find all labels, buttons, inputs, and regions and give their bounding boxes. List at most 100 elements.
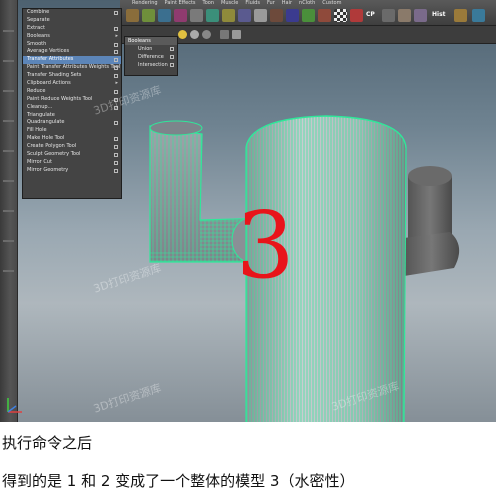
booleans-submenu: Booleans Union Difference Intersection	[124, 36, 178, 76]
option-box-icon[interactable]	[170, 55, 174, 59]
option-box-icon[interactable]	[114, 121, 118, 126]
option-box-icon[interactable]	[114, 89, 118, 94]
menu-item-label: Mirror Geometry	[27, 166, 69, 173]
menu-item[interactable]: Combine	[23, 9, 121, 17]
menu-item-label: Cleanup...	[27, 103, 53, 110]
shelf-tool-icon[interactable]	[238, 9, 251, 22]
axis-gizmo-icon	[7, 398, 22, 413]
submenu-item-intersection[interactable]: Intersection	[125, 61, 177, 69]
menu-item[interactable]: Booleans ▸	[23, 33, 121, 41]
menu-item-label: Extract	[27, 24, 45, 31]
shelf-tool-icon[interactable]	[254, 9, 267, 22]
model-number-label: 3	[236, 192, 295, 299]
shelf-tab[interactable]: nCloth	[299, 0, 315, 7]
menu-item[interactable]: Fill Hole	[23, 127, 121, 135]
option-box-icon[interactable]	[114, 145, 118, 150]
panel-icon[interactable]	[220, 30, 229, 39]
option-box-icon[interactable]	[114, 26, 118, 31]
menu-item-label: Separate	[27, 16, 50, 23]
option-box-icon[interactable]	[114, 50, 118, 55]
menu-item[interactable]: Create Polygon Tool	[23, 143, 121, 151]
caption-line-2: 得到的是 1 和 2 变成了一个整体的模型 3（水密性）	[2, 472, 355, 490]
shelf-toolbar: Rendering Paint Effects Toon Muscle Flui…	[120, 0, 496, 26]
menu-item-label: Transfer Shading Sets	[27, 72, 82, 79]
hist-button[interactable]: Hist	[432, 11, 446, 18]
menu-item[interactable]: Paint Transfer Attributes Weights Tool	[23, 64, 121, 72]
checker-icon[interactable]	[334, 9, 347, 22]
menu-item-label: Clipboard Actions	[27, 80, 71, 87]
shelf-tool-icon[interactable]	[222, 9, 235, 22]
menu-item-label: Fill Hole	[27, 127, 47, 134]
submenu-item-label: Union	[138, 46, 153, 52]
panel-icon[interactable]	[232, 30, 241, 39]
menu-item-label: Paint Reduce Weights Tool	[27, 95, 93, 102]
option-box-icon[interactable]	[170, 47, 174, 51]
shelf-tool-icon[interactable]	[158, 9, 171, 22]
menu-item[interactable]: Sculpt Geometry Tool	[23, 151, 121, 159]
shelf-tool-icon[interactable]	[454, 9, 467, 22]
menu-item[interactable]: Transfer Shading Sets	[23, 72, 121, 80]
menu-item[interactable]: Smooth	[23, 41, 121, 49]
panel-icon[interactable]	[190, 30, 199, 39]
option-box-icon[interactable]	[114, 74, 118, 79]
menu-item-label: Combine	[27, 9, 50, 15]
panel-icon[interactable]	[178, 30, 187, 39]
option-box-icon[interactable]	[114, 153, 118, 158]
menu-item[interactable]: Quadrangulate	[23, 119, 121, 127]
option-box-icon[interactable]	[114, 66, 118, 71]
submenu-item-union[interactable]: Union	[125, 45, 177, 53]
menu-item[interactable]: Clipboard Actions ▸	[23, 80, 121, 88]
panel-icon[interactable]	[202, 30, 211, 39]
gray-pipe-object	[404, 166, 460, 276]
shelf-tool-icon[interactable]	[174, 9, 187, 22]
shelf-tool-icon[interactable]	[302, 9, 315, 22]
option-box-icon[interactable]	[114, 42, 118, 47]
shelf-tool-icon[interactable]	[318, 9, 331, 22]
maya-viewport[interactable]: Rendering Paint Effects Toon Muscle Flui…	[0, 0, 496, 422]
left-tool-strip	[0, 0, 18, 422]
menu-item-label: Smooth	[27, 40, 47, 47]
menu-item[interactable]: Extract	[23, 25, 121, 33]
option-box-icon[interactable]	[170, 63, 174, 67]
menu-item-label: Mirror Cut	[27, 158, 52, 165]
shelf-tool-icon[interactable]	[350, 9, 363, 22]
option-box-icon[interactable]	[114, 160, 118, 165]
menu-item-label: Booleans	[27, 32, 50, 39]
option-box-icon[interactable]	[114, 168, 118, 173]
shelf-tool-icon[interactable]	[286, 9, 299, 22]
shelf-tab[interactable]: Fur	[267, 0, 275, 7]
submenu-arrow-icon: ▸	[115, 80, 118, 87]
shelf-tab[interactable]: Rendering	[132, 0, 158, 7]
menu-item[interactable]: Make Hole Tool	[23, 135, 121, 143]
shelf-tool-icon[interactable]	[126, 9, 139, 22]
menu-item[interactable]: Transfer Attributes	[23, 56, 121, 65]
menu-item-label: Create Polygon Tool	[27, 143, 77, 150]
shelf-tool-icon[interactable]	[270, 9, 283, 22]
menu-item[interactable]: Average Vertices	[23, 48, 121, 56]
shelf-tab[interactable]: Toon	[203, 0, 215, 7]
shelf-tool-icon[interactable]	[398, 9, 411, 22]
menu-item[interactable]: Mirror Cut	[23, 159, 121, 167]
shelf-tabs[interactable]: Rendering Paint Effects Toon Muscle Flui…	[132, 0, 341, 7]
shelf-tool-icon[interactable]	[472, 9, 485, 22]
menu-item[interactable]: Separate	[23, 17, 121, 25]
shelf-tool-icon[interactable]	[206, 9, 219, 22]
option-box-icon[interactable]	[114, 58, 118, 63]
shelf-tab[interactable]: Paint Effects	[165, 0, 196, 7]
shelf-tab[interactable]: Custom	[322, 0, 341, 7]
menu-item-label: Quadrangulate	[27, 119, 65, 126]
shelf-tool-icon[interactable]	[382, 9, 395, 22]
shelf-tool-icon[interactable]	[190, 9, 203, 22]
shelf-tab[interactable]: Hair	[282, 0, 292, 7]
shelf-tab[interactable]: Fluids	[245, 0, 260, 7]
menu-item[interactable]: Reduce	[23, 88, 121, 96]
cp-button[interactable]: CP	[366, 11, 375, 18]
shelf-tool-icon[interactable]	[414, 9, 427, 22]
option-box-icon[interactable]	[114, 11, 118, 15]
shelf-tool-icon[interactable]	[142, 9, 155, 22]
submenu-item-difference[interactable]: Difference	[125, 53, 177, 61]
option-box-icon[interactable]	[114, 137, 118, 142]
shelf-tab[interactable]: Muscle	[221, 0, 238, 7]
menu-item[interactable]: Mirror Geometry	[23, 167, 121, 175]
menu-item-label: Transfer Attributes	[27, 56, 74, 63]
